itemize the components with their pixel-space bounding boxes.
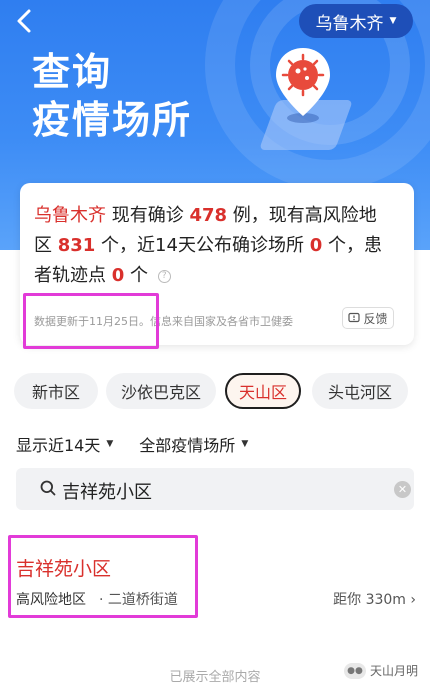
update-note: 数据更新于11月25日。信息来自国家及各省市卫健委 xyxy=(34,315,293,328)
virus-location-pin-icon xyxy=(276,48,330,123)
tab-label: 头屯河区 xyxy=(327,383,392,402)
search-icon xyxy=(40,480,56,496)
feedback-button[interactable]: 反馈 xyxy=(342,307,394,329)
feedback-icon xyxy=(348,312,361,323)
tab-district-active[interactable]: 天山区 xyxy=(225,373,301,409)
time-filter-label: 显示近14天 xyxy=(16,436,101,455)
confirmed-places-count: 0 xyxy=(309,235,323,256)
city-selector-label: 乌鲁木齐 xyxy=(315,13,384,34)
feedback-label: 反馈 xyxy=(363,311,388,326)
page-title-line1: 查询 xyxy=(32,50,113,94)
clear-icon[interactable]: ✕ xyxy=(394,481,411,498)
chevron-down-icon: ▼ xyxy=(389,16,397,26)
page-title-line2: 疫情场所 xyxy=(32,98,193,142)
page-title: 查询 疫情场所 xyxy=(32,48,192,144)
summary-text-part: 个，近14天公布确诊场所 xyxy=(101,235,304,256)
info-icon[interactable]: ? xyxy=(157,269,171,283)
time-filter-dropdown[interactable]: 显示近14天 ▼ xyxy=(16,432,113,456)
search-value: 吉祥苑小区 xyxy=(62,482,152,503)
tab-district[interactable]: 新市区 xyxy=(14,373,98,409)
type-filter-label: 全部疫情场所 xyxy=(139,436,236,455)
distance-text: 距你 330m xyxy=(333,592,406,608)
distance-label: 距你 330m › xyxy=(333,589,416,609)
track-points-count: 0 xyxy=(111,265,125,286)
summary-text: 乌鲁木齐 现有确诊 478 例，现有高风险地区 831 个，近14天公布确诊场所… xyxy=(34,201,394,291)
chevron-down-icon: ▼ xyxy=(106,439,114,449)
high-risk-count: 831 xyxy=(57,235,96,256)
risk-level-label: 高风险地区 xyxy=(16,592,86,608)
tab-label: 天山区 xyxy=(238,383,287,402)
tab-district[interactable]: 头屯河区 xyxy=(312,373,408,409)
confirmed-count: 478 xyxy=(189,205,228,226)
district-tabs: 新市区 沙依巴克区 天山区 头屯河区 xyxy=(0,373,430,409)
street-label: · 二道桥街道 xyxy=(99,592,178,608)
watermark: ●● 天山月明 xyxy=(344,662,418,679)
summary-city: 乌鲁木齐 xyxy=(34,205,106,226)
tab-label: 新市区 xyxy=(31,383,80,402)
result-list-item[interactable]: 吉祥苑小区 高风险地区 · 二道桥街道 距你 330m › xyxy=(0,538,430,618)
summary-card: 乌鲁木齐 现有确诊 478 例，现有高风险地区 831 个，近14天公布确诊场所… xyxy=(20,183,414,345)
chevron-down-icon: ▼ xyxy=(241,439,249,449)
wechat-logo-icon: ●● xyxy=(344,662,366,679)
search-input[interactable]: 吉祥苑小区 ✕ xyxy=(16,468,414,510)
watermark-text: 天山月明 xyxy=(370,664,419,678)
city-selector[interactable]: 乌鲁木齐 ▼ xyxy=(299,4,413,38)
tab-district[interactable]: 沙依巴克区 xyxy=(106,373,216,409)
chevron-right-icon: › xyxy=(410,592,416,608)
summary-text-part: 个 xyxy=(130,265,148,286)
result-name: 吉祥苑小区 xyxy=(16,558,112,580)
filter-bar: 显示近14天 ▼ 全部疫情场所 ▼ xyxy=(16,432,248,456)
type-filter-dropdown[interactable]: 全部疫情场所 ▼ xyxy=(139,432,248,456)
tab-label: 沙依巴克区 xyxy=(120,383,201,402)
summary-text-part: 现有确诊 xyxy=(111,205,184,226)
back-icon[interactable] xyxy=(12,6,38,36)
